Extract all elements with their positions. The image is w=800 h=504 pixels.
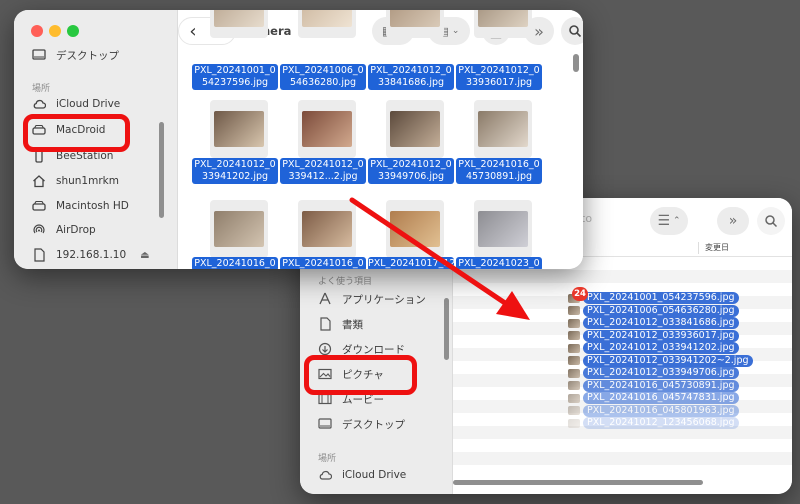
annotation-arrow (349, 197, 530, 320)
drag-count-badge: 24 (572, 287, 588, 301)
